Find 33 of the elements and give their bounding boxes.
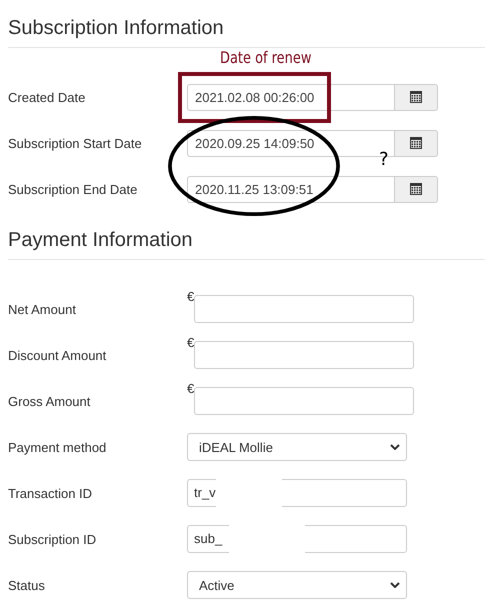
field-label: Payment method — [8, 440, 108, 454]
calendar-button[interactable] — [395, 176, 438, 202]
field-label: Subscription End Date — [8, 182, 138, 196]
date-field[interactable]: 2021.02.08 00:26:00 — [187, 84, 395, 110]
amount-field[interactable] — [194, 387, 414, 415]
dropdown[interactable]: iDEAL Mollie — [187, 433, 407, 461]
text-field[interactable]: sub_ — [187, 525, 407, 553]
section-heading: Payment Information — [8, 228, 485, 260]
field-label: Transaction ID — [8, 486, 94, 500]
field-label: Subscription ID — [8, 532, 98, 546]
currency-symbol: € — [187, 381, 194, 396]
currency-symbol: € — [187, 289, 194, 304]
calendar-button[interactable] — [395, 130, 438, 156]
field-label: Gross Amount — [8, 394, 92, 408]
field-label: Created Date — [8, 90, 86, 104]
calendar-icon — [410, 183, 422, 195]
chevron-down-icon — [390, 444, 400, 450]
currency-symbol: € — [187, 335, 194, 350]
section-heading: Subscription Information — [8, 16, 485, 48]
date-field[interactable]: 2020.11.25 13:09:51 — [187, 176, 395, 202]
text-field[interactable]: tr_v — [187, 479, 407, 507]
calendar-icon — [410, 91, 422, 103]
chevron-down-icon — [390, 582, 400, 588]
amount-field[interactable] — [194, 341, 414, 369]
calendar-button[interactable] — [395, 84, 438, 110]
field-label: Subscription Start Date — [8, 136, 143, 150]
calendar-icon — [410, 137, 422, 149]
amount-field[interactable] — [194, 295, 414, 323]
field-label: Discount Amount — [8, 348, 108, 362]
field-label: Net Amount — [8, 302, 77, 316]
annotation-text: Date of renew — [220, 49, 312, 67]
dropdown[interactable]: Active — [187, 571, 407, 599]
field-label: Status — [8, 578, 46, 592]
